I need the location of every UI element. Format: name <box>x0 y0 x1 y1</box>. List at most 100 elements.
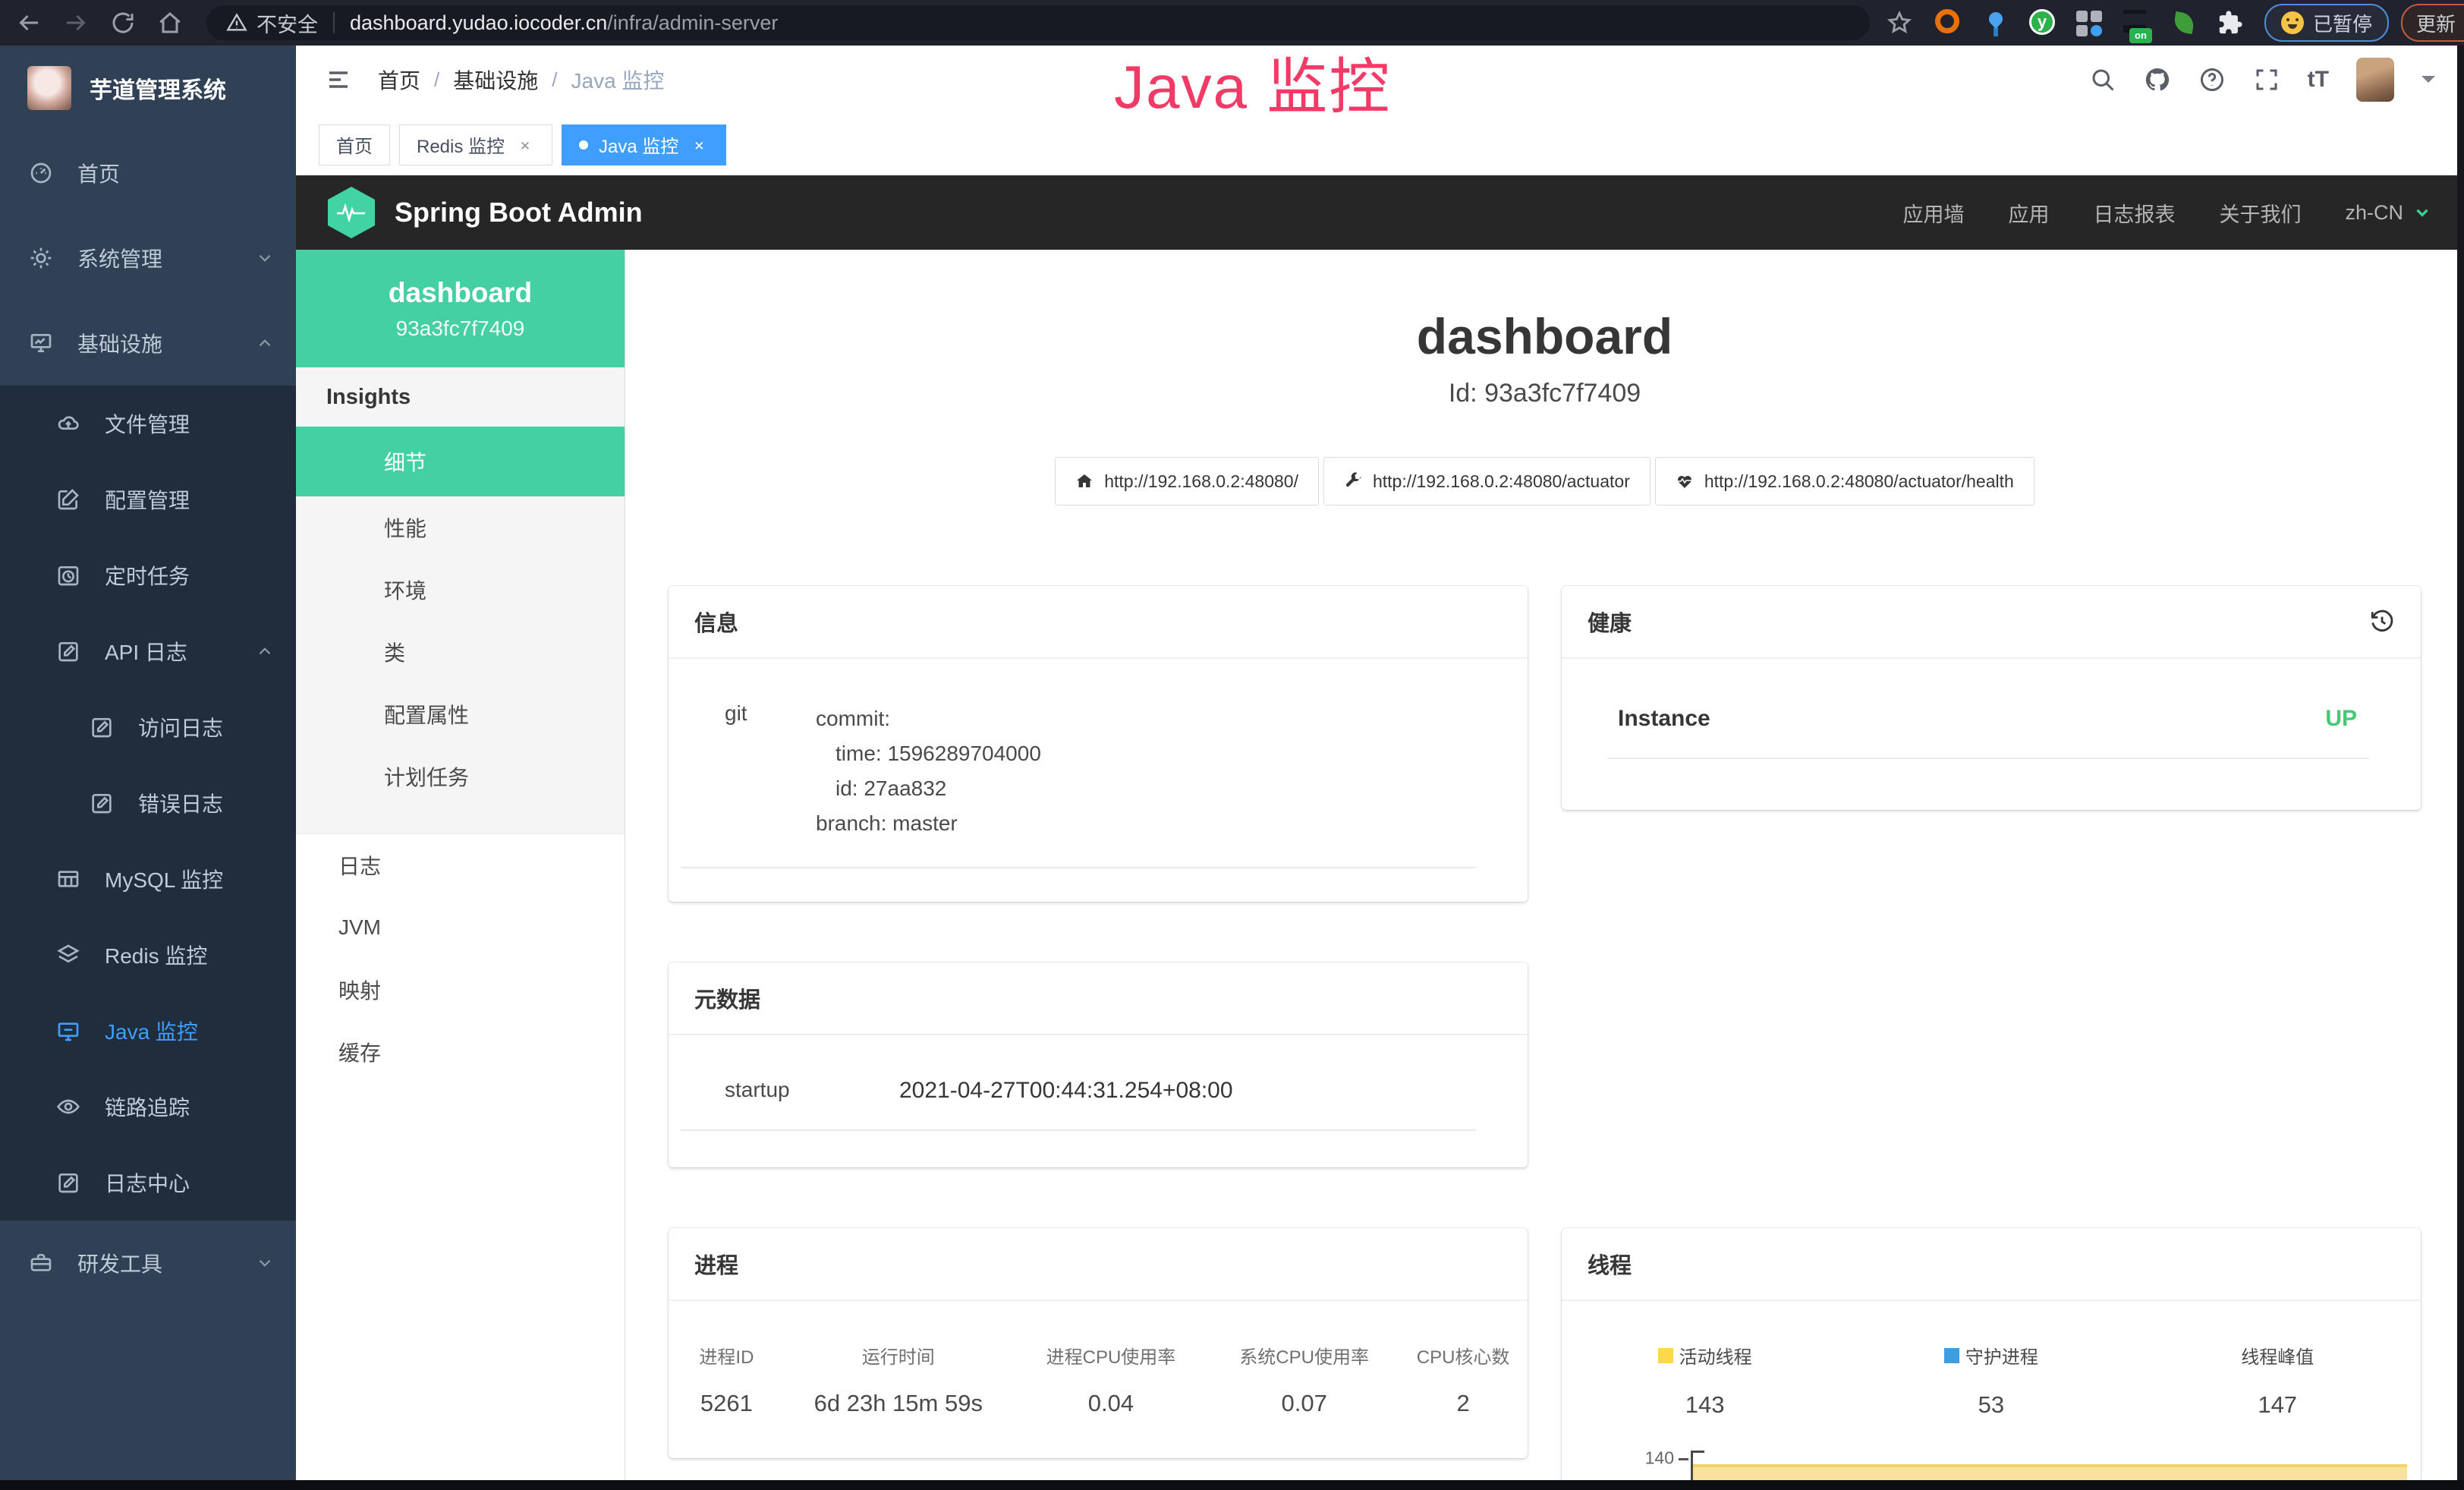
profile-paused-badge[interactable]: 已暂停 <box>2264 4 2389 42</box>
monitor-chart-icon <box>29 331 53 355</box>
sidebar-item-api-log[interactable]: API 日志 <box>0 613 296 689</box>
sidebar-item-home[interactable]: 首页 <box>0 131 296 216</box>
metadata-row-startup: startup 2021-04-27T00:44:31.254+08:00 <box>669 1035 1528 1104</box>
sidebar-item-redis[interactable]: Redis 监控 <box>0 917 296 993</box>
sidebar-item-access-log[interactable]: 访问日志 <box>0 689 296 765</box>
insights-group: Insights 细节 性能 环境 类 配置属性 计划任务 <box>296 367 625 834</box>
app-title: 芋道管理系统 <box>90 71 226 105</box>
process-table-headers: 进程ID 运行时间 进程CPU使用率 系统CPU使用率 CPU核心数 <box>669 1301 1528 1369</box>
sba-item-classes[interactable]: 类 <box>296 621 625 683</box>
sba-logo-icon[interactable] <box>328 187 375 238</box>
layers-icon <box>56 943 80 967</box>
metadata-key: startup <box>725 1078 899 1104</box>
fullscreen-icon[interactable] <box>2253 66 2280 93</box>
browser-update-button[interactable]: 更新 <box>2401 4 2464 42</box>
sidebar-item-java-monitor[interactable]: Java 监控 <box>0 993 296 1069</box>
sba-brand[interactable]: Spring Boot Admin <box>395 197 643 228</box>
history-icon[interactable] <box>2369 609 2395 635</box>
reload-icon[interactable] <box>109 9 137 36</box>
search-icon[interactable] <box>2089 66 2116 93</box>
sba-item-environment[interactable]: 环境 <box>296 559 625 621</box>
back-icon[interactable] <box>15 9 42 36</box>
sba-item-caches[interactable]: 缓存 <box>296 1021 625 1083</box>
sba-nav-applications[interactable]: 应用 <box>2008 198 2049 228</box>
sba-item-mappings[interactable]: 映射 <box>296 959 625 1021</box>
sba-nav-journal[interactable]: 日志报表 <box>2093 198 2175 228</box>
y-tick <box>1679 1458 1688 1460</box>
breadcrumb-current: Java 监控 <box>571 65 665 95</box>
url-path[interactable]: /infra/admin-server <box>607 11 778 35</box>
app-sidebar: 芋道管理系统 首页 系统管理 基础设施 文件管理 配置管理 <box>0 46 296 1490</box>
extension-pin-icon[interactable] <box>1982 9 2009 36</box>
font-size-icon[interactable]: tT <box>2308 67 2329 93</box>
sba-language-select[interactable]: zh-CN <box>2345 201 2432 225</box>
breadcrumb-infra[interactable]: 基础设施 <box>453 65 538 95</box>
sidebar-item-jobs[interactable]: 定时任务 <box>0 537 296 613</box>
gear-icon <box>29 246 53 270</box>
sba-item-scheduled-tasks[interactable]: 计划任务 <box>296 745 625 808</box>
instance-header[interactable]: dashboard 93a3fc7f7409 <box>296 250 625 367</box>
sidebar-item-devtools[interactable]: 研发工具 <box>0 1221 296 1306</box>
hamburger-icon[interactable] <box>325 66 352 93</box>
sidebar-item-files[interactable]: 文件管理 <box>0 386 296 461</box>
close-tab-icon[interactable] <box>689 135 709 155</box>
breadcrumb-home[interactable]: 首页 <box>378 65 420 95</box>
forward-icon[interactable] <box>62 9 90 36</box>
instance-id-line: Id: 93a3fc7f7409 <box>669 379 2421 408</box>
close-tab-icon[interactable] <box>515 135 535 155</box>
sba-nav-about[interactable]: 关于我们 <box>2219 198 2301 228</box>
extension-c-icon[interactable] <box>1935 9 1962 36</box>
window-edge-right <box>2457 46 2464 1490</box>
sidebar-item-system[interactable]: 系统管理 <box>0 216 296 301</box>
extension-on-icon[interactable]: on <box>2123 8 2151 37</box>
sba-item-metrics[interactable]: 性能 <box>296 496 625 559</box>
heartbeat-icon <box>1676 472 1694 490</box>
tab-home[interactable]: 首页 <box>319 124 390 165</box>
extension-grid-icon[interactable] <box>2076 9 2104 36</box>
monitor-icon <box>56 1019 80 1043</box>
sidebar-item-log-center[interactable]: 日志中心 <box>0 1145 296 1221</box>
github-icon[interactable] <box>2144 66 2171 93</box>
health-key: Instance <box>1618 706 1710 732</box>
tab-redis-monitor[interactable]: Redis 监控 <box>399 124 552 165</box>
extension-leaf-icon[interactable] <box>2170 9 2198 36</box>
actuator-url-button[interactable]: http://192.168.0.2:48080/actuator <box>1323 457 1651 506</box>
sidebar-item-tracing[interactable]: 链路追踪 <box>0 1069 296 1145</box>
sba-item-configprops[interactable]: 配置属性 <box>296 683 625 745</box>
bookmark-star-icon[interactable] <box>1887 10 1912 36</box>
active-tab-dot <box>579 140 588 150</box>
help-icon[interactable] <box>2198 66 2226 93</box>
sba-item-logs[interactable]: 日志 <box>296 834 625 896</box>
extension-y-icon[interactable]: y <box>2029 9 2056 36</box>
threads-legend-values: 143 53 147 <box>1562 1391 2421 1419</box>
page-title: dashboard <box>669 307 2421 365</box>
sidebar-item-config[interactable]: 配置管理 <box>0 461 296 537</box>
sba-sidebar: dashboard 93a3fc7f7409 Insights 细节 性能 环境… <box>296 250 625 1490</box>
timer-icon <box>56 563 80 587</box>
eye-icon <box>56 1095 80 1119</box>
infra-submenu: 文件管理 配置管理 定时任务 API 日志 访问日志 错误日志 <box>0 386 296 1221</box>
service-url-button[interactable]: http://192.168.0.2:48080/ <box>1055 457 1319 506</box>
sba-item-jvm[interactable]: JVM <box>296 896 625 959</box>
tab-java-monitor[interactable]: Java 监控 <box>562 124 726 165</box>
log-edit-icon <box>56 1170 80 1195</box>
sidebar-item-mysql[interactable]: MySQL 监控 <box>0 841 296 917</box>
info-key: git <box>725 701 816 841</box>
status-badge: UP <box>2325 706 2357 732</box>
health-url-button[interactable]: http://192.168.0.2:48080/actuator/health <box>1655 457 2034 506</box>
home-icon[interactable] <box>156 9 184 36</box>
on-badge: on <box>2129 28 2152 43</box>
sidebar-item-error-log[interactable]: 错误日志 <box>0 765 296 841</box>
user-avatar[interactable] <box>2356 58 2394 102</box>
sba-item-details[interactable]: 细节 <box>296 427 625 496</box>
row-divider <box>681 1129 1476 1131</box>
table-icon <box>56 867 80 891</box>
security-label[interactable]: 不安全 <box>256 8 318 38</box>
user-menu-caret-icon[interactable] <box>2422 70 2435 90</box>
url-host[interactable]: dashboard.yudao.iocoder.cn <box>350 11 607 35</box>
address-bar[interactable]: 不安全 dashboard.yudao.iocoder.cn/infra/adm… <box>206 5 1870 40</box>
extensions-puzzle-icon[interactable] <box>2217 10 2243 36</box>
info-row-git: git commit: time: 1596289704000 id: 27aa… <box>669 659 1528 841</box>
sidebar-item-infra[interactable]: 基础设施 <box>0 301 296 386</box>
sba-nav-wallboard[interactable]: 应用墙 <box>1902 198 1964 228</box>
